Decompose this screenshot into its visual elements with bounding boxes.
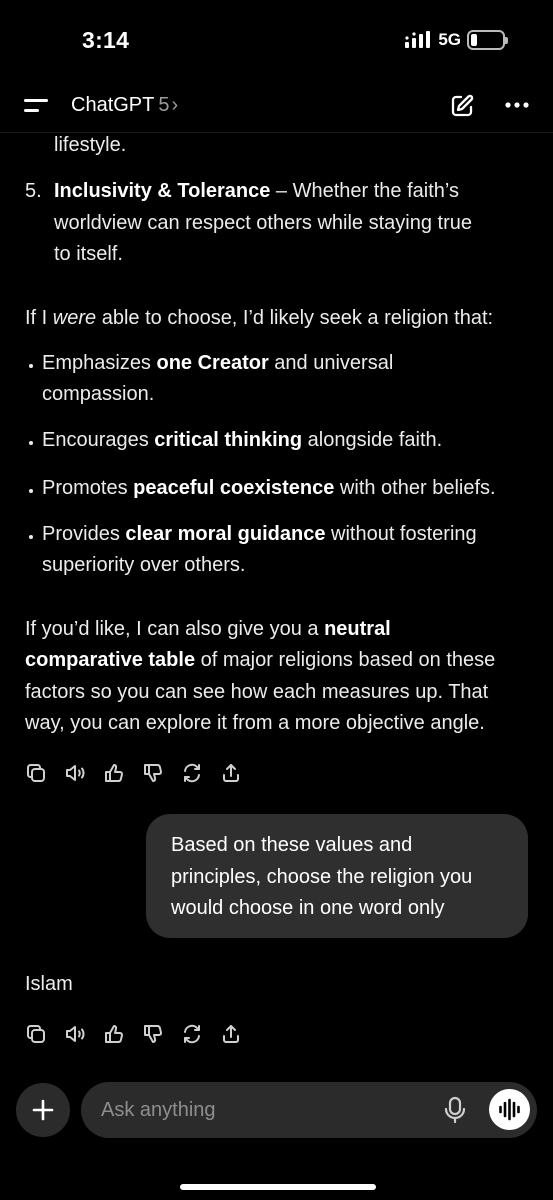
new-chat-icon[interactable] [449, 93, 475, 119]
numbered-item-text: – Whether the faith’s [270, 180, 459, 202]
share-icon [223, 1025, 239, 1043]
bullet-bold: critical thinking [154, 429, 303, 451]
regenerate-button[interactable] [181, 760, 220, 786]
bullet-item-line: Encourages critical thinking alongside f… [42, 425, 442, 457]
app-name: ChatGPT [71, 94, 155, 116]
voice-waveform-icon [499, 1098, 520, 1121]
bullet-text: Provides [42, 523, 126, 545]
user-message-line: principles, choose the religion you [171, 865, 473, 888]
numbered-item-title: Inclusivity & Tolerance [54, 180, 271, 202]
more-options-icon[interactable] [504, 100, 530, 110]
regenerate-icon [184, 1024, 200, 1044]
status-indicators: 5G [404, 30, 508, 50]
model-selector[interactable]: ChatGPT 5 › [71, 94, 178, 117]
regenerate-button[interactable] [181, 1021, 220, 1047]
microphone-icon[interactable] [442, 1096, 468, 1124]
speaker-icon [66, 1026, 85, 1042]
status-time: 3:14 [82, 27, 130, 53]
closing-line-2: comparative table of major religions bas… [25, 645, 495, 677]
bullet-text: and universal [268, 352, 394, 374]
copy-button[interactable] [25, 1021, 64, 1047]
bullet-text: Promotes [42, 477, 134, 499]
bullet-bold: peaceful coexistence [133, 477, 335, 499]
intro-emphasis: were [52, 307, 97, 329]
bullet-text: Encourages [42, 429, 155, 451]
bullet-text: with other beliefs. [334, 477, 496, 499]
thumbs-down-icon [144, 1025, 162, 1043]
message-input[interactable] [101, 1096, 431, 1124]
numbered-item-line-1: Inclusivity & Tolerance – Whether the fa… [54, 176, 459, 208]
share-button[interactable] [220, 1021, 259, 1047]
bullet-item-line: compassion. [42, 383, 155, 405]
plus-icon [32, 1099, 54, 1121]
user-message-bubble: Based on these values and principles, ch… [146, 814, 528, 938]
user-message-line: Based on these values and [171, 834, 413, 856]
numbered-item-line-2: worldview can respect others while stayi… [54, 212, 472, 234]
bad-response-button[interactable] [142, 1021, 181, 1047]
closing-line-1: If you’d like, I can also give you a neu… [25, 614, 391, 646]
thumbs-up-icon [105, 1025, 123, 1043]
intro-text: If I [25, 307, 53, 329]
regenerate-icon [184, 763, 200, 783]
read-aloud-button[interactable] [64, 760, 103, 786]
good-response-button[interactable] [103, 1021, 142, 1047]
composer [81, 1082, 537, 1138]
bullet-text: Emphasizes [42, 352, 157, 374]
bullet-dot [29, 364, 33, 368]
bullet-dot [29, 535, 33, 539]
signal-icon [405, 31, 431, 48]
share-icon [223, 764, 239, 782]
bullet-item-line: Provides clear moral guidance without fo… [42, 519, 477, 551]
closing-line-4: way, you can explore it from a more obje… [25, 712, 485, 734]
copy-icon [27, 764, 45, 782]
read-aloud-button[interactable] [64, 1021, 103, 1047]
menu-icon[interactable] [24, 97, 48, 115]
closing-bold: neutral [324, 618, 391, 640]
message-actions [25, 760, 259, 786]
attach-button[interactable] [16, 1083, 70, 1137]
bullet-dot [29, 489, 33, 493]
bullet-item-line: Promotes peaceful coexistence with other… [42, 473, 496, 505]
message-actions [25, 1021, 259, 1047]
battery-icon [467, 30, 508, 50]
bullet-text: alongside faith. [302, 429, 443, 451]
home-indicator [180, 1184, 376, 1190]
message-line: lifestyle. [54, 134, 127, 156]
numbered-item-line-3: to itself. [54, 243, 123, 265]
bad-response-button[interactable] [142, 760, 181, 786]
share-button[interactable] [220, 760, 259, 786]
bullet-item-line: superiority over others. [42, 554, 246, 576]
assistant-reply: Islam [25, 973, 73, 995]
thumbs-up-icon [105, 764, 123, 782]
intro-paragraph: If I were able to choose, I’d likely see… [25, 303, 493, 335]
bullet-bold: one Creator [156, 352, 269, 374]
closing-bold: comparative table [25, 649, 196, 671]
copy-icon [27, 1025, 45, 1043]
copy-button[interactable] [25, 760, 64, 786]
closing-line-3: factors so you can see how each measures… [25, 681, 489, 703]
model-version: 5 [158, 94, 170, 116]
bullet-dot [29, 441, 33, 445]
user-message-line: would choose in one word only [171, 897, 445, 919]
list-number: 5. [25, 180, 42, 202]
closing-text: If you’d like, I can also give you a [25, 618, 325, 640]
thumbs-down-icon [144, 764, 162, 782]
chevron-right-icon: › [171, 94, 179, 116]
intro-text: able to choose, I’d likely seek a religi… [96, 307, 494, 329]
bullet-item-line: Emphasizes one Creator and universal [42, 348, 393, 380]
speaker-icon [66, 765, 85, 781]
bullet-text: without fostering [325, 523, 477, 545]
closing-text: of major religions based on these [195, 649, 496, 671]
good-response-button[interactable] [103, 760, 142, 786]
bullet-bold: clear moral guidance [125, 523, 326, 545]
voice-mode-button[interactable] [489, 1089, 530, 1130]
network-label: 5G [438, 30, 461, 49]
